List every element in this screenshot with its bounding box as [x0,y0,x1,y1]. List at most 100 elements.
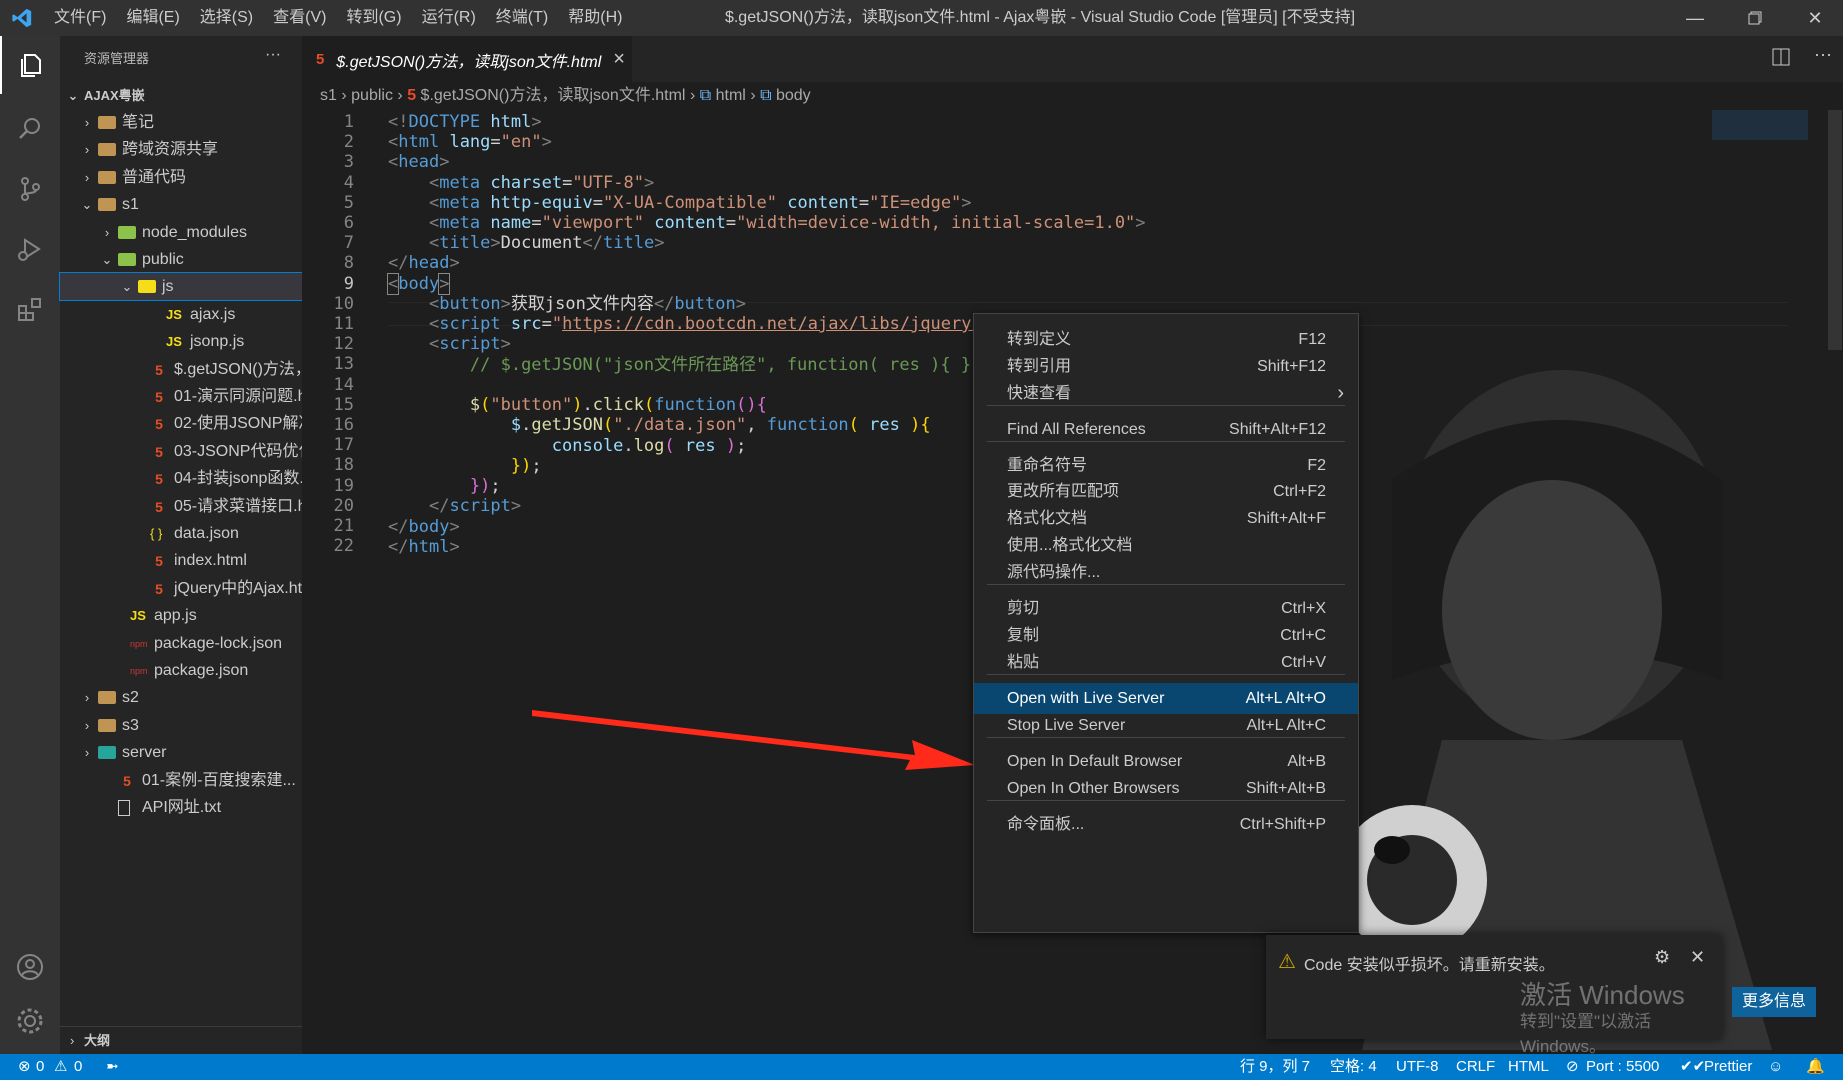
restore-icon[interactable] [1728,0,1782,36]
warning-count[interactable]: 0 [74,1054,82,1080]
tree-file[interactable]: 5 02-使用JSONP解决... [60,410,302,437]
outline-panel[interactable]: › 大纲 [60,1026,302,1054]
check-icon[interactable]: ✔✔ [1680,1054,1705,1080]
line-ending[interactable]: CRLF [1456,1054,1495,1080]
extensions-icon[interactable] [0,280,60,338]
bell-icon[interactable]: 🔔 [1806,1054,1825,1080]
remote-icon[interactable]: ➼ [106,1054,119,1080]
tree-file[interactable]: 5 01-案例-百度搜索建... [60,767,302,794]
encoding[interactable]: UTF-8 [1396,1054,1439,1080]
tree-folder[interactable]: ⌄ js [59,272,303,302]
menu-help[interactable]: 帮助(H) [558,0,632,36]
minimize-icon[interactable]: — [1668,0,1722,36]
html5-icon: 5 [316,51,325,68]
tree-folder[interactable]: › server [60,739,302,766]
breadcrumb-public[interactable]: public [351,87,393,104]
tree-file[interactable]: API网址.txt [60,794,302,821]
menu-selection[interactable]: 选择(S) [190,0,263,36]
split-editor-icon[interactable] [1772,48,1790,71]
tree-folder[interactable]: ⌄ public [60,246,302,273]
account-icon[interactable] [0,938,60,996]
tree-item-label: package.json [154,662,249,679]
folder-icon [98,691,116,705]
tree-folder[interactable]: › 笔记 [60,109,302,136]
menu-separator [987,737,1345,738]
html5-icon: 5 [123,772,131,789]
warning-icon[interactable]: ⚠ [54,1054,67,1080]
more-actions-icon[interactable]: ··· [265,46,281,64]
symbol-icon: ⧉ [760,87,772,104]
tree-file[interactable]: 5 03-JSONP代码优化... [60,438,302,465]
folder-icon [98,718,116,732]
tree-folder[interactable]: › 普通代码 [60,164,302,191]
chevron-right-icon: › [84,745,90,761]
tree-file[interactable]: npm package-lock.json [60,630,302,657]
prettier-status[interactable]: Prettier [1704,1054,1752,1080]
search-icon[interactable] [0,100,60,158]
tree-file[interactable]: 5 04-封装jsonp函数.... [60,465,302,492]
warning-icon: ⚠ [1278,951,1296,973]
tree-file[interactable]: JS jsonp.js [60,328,302,355]
menu-file[interactable]: 文件(F) [44,0,116,36]
close-tab-icon[interactable]: × [613,48,625,71]
settings-gear-icon[interactable] [0,992,60,1050]
close-window-icon[interactable]: ✕ [1788,0,1842,36]
port-icon[interactable]: ⊘ [1566,1054,1579,1080]
line-number: 22 [333,536,354,557]
menu-edit[interactable]: 编辑(E) [116,0,189,36]
tab-active-file[interactable]: 5 $.getJSON()方法，读取json文件.html × [302,36,632,82]
tree-folder[interactable]: › s2 [60,684,302,711]
tree-item-label: $.getJSON()方法，... [174,360,302,378]
tree-item-label: node_modules [142,223,247,241]
source-control-icon[interactable] [0,160,60,218]
context-menu-item[interactable]: 命令面板... Ctrl+Shift+P [974,809,1358,840]
tree-folder[interactable]: › s3 [60,712,302,739]
html5-icon: 5 [155,498,163,515]
menu-run[interactable]: 运行(R) [412,0,486,36]
cursor-position[interactable]: 行 9，列 7 [1240,1054,1310,1080]
minimap-slider[interactable] [1712,110,1808,140]
code-line: // $.getJSON("json文件所在路径", function( res… [469,355,992,375]
menu-go[interactable]: 转到(G) [336,0,411,36]
explorer-icon[interactable] [0,36,60,94]
language-mode[interactable]: HTML [1508,1054,1549,1080]
tree-file[interactable]: JS app.js [60,602,302,629]
workspace-root[interactable]: ⌄ AJAX粤嵌 [60,82,302,109]
run-debug-icon[interactable] [0,220,60,278]
more-editor-actions-icon[interactable]: ··· [1814,44,1832,65]
chevron-right-icon: › [84,717,90,733]
tree-file[interactable]: 5 $.getJSON()方法，... [60,356,302,383]
error-icon[interactable]: ⊗ [18,1054,31,1080]
indentation[interactable]: 空格: 4 [1330,1054,1377,1080]
tree-folder[interactable]: › node_modules [60,219,302,246]
red-arrow-annotation [532,710,975,770]
feedback-icon[interactable]: ☺ [1768,1054,1783,1080]
live-server-port[interactable]: Port : 5500 [1586,1054,1659,1080]
gear-icon[interactable]: ⚙ [1654,947,1670,968]
html5-icon: 5 [155,553,163,570]
breadcrumb-body[interactable]: body [776,87,811,104]
close-icon[interactable]: ✕ [1690,947,1705,968]
breadcrumb-html[interactable]: html [716,87,746,104]
breadcrumb-s1[interactable]: s1 [320,87,337,104]
more-info-button[interactable]: 更多信息 [1732,987,1816,1017]
tree-file[interactable]: { } data.json [60,520,302,547]
tree-item-label: package-lock.json [154,634,283,652]
tree-item-label: 05-请求菜谱接口.h... [174,497,302,515]
menu-terminal[interactable]: 终端(T) [486,0,558,36]
tree-file[interactable]: 5 05-请求菜谱接口.h... [60,493,302,520]
scrollbar[interactable] [1828,110,1842,350]
tree-file[interactable]: JS ajax.js [60,301,302,328]
tree-file[interactable]: 5 index.html [60,547,302,574]
folder-icon [138,280,156,294]
tree-folder[interactable]: ⌄ s1 [60,191,302,218]
tree-file[interactable]: npm package.json [60,657,302,684]
tree-file[interactable]: 5 jQuery中的Ajax.html [60,575,302,602]
menu-view[interactable]: 查看(V) [263,0,336,36]
tree-folder[interactable]: › 跨域资源共享 [60,136,302,163]
tree-item-label: jsonp.js [190,333,245,351]
tree-file[interactable]: 5 01-演示同源问题.h... [60,383,302,410]
breadcrumb-file[interactable]: $.getJSON()方法，读取json文件.html [421,87,686,104]
error-count[interactable]: 0 [36,1054,44,1080]
javascript-icon: JS [166,334,182,350]
